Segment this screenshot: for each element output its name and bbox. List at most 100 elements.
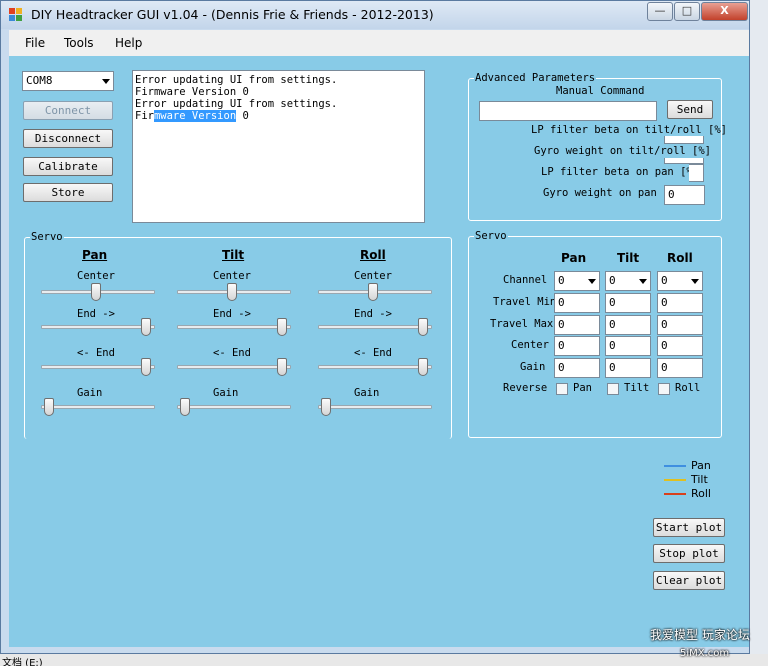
pan-end-left-slider[interactable] [41, 365, 155, 369]
lp-tilt-roll-input[interactable] [664, 136, 704, 144]
title-bar[interactable]: DIY Headtracker GUI v1.04 - (Dennis Frie… [1, 1, 749, 29]
roll-gain-label: Gain [354, 387, 380, 399]
travel-min-pan-input[interactable]: 0 [554, 293, 600, 313]
clear-plot-button[interactable]: Clear plot [653, 571, 725, 590]
roll-legend-line [664, 493, 686, 495]
watermark-text: 我爱模型 玩家论坛 [650, 628, 750, 642]
roll-end-left-label: <- End [354, 347, 392, 359]
roll-end-right-slider[interactable] [318, 325, 432, 329]
reverse-tilt-label: Tilt [624, 382, 650, 394]
roll-end-left-slider[interactable] [318, 365, 432, 369]
tilt-gain-label: Gain [213, 387, 239, 399]
pan-end-right-slider-thumb[interactable] [141, 318, 151, 336]
calibrate-button[interactable]: Calibrate [23, 157, 113, 176]
tilt-center-label: Center [213, 270, 251, 282]
menu-help[interactable]: Help [115, 36, 142, 50]
tilt-end-left-slider-thumb[interactable] [277, 358, 287, 376]
window-title: DIY Headtracker GUI v1.04 - (Dennis Frie… [31, 7, 434, 22]
travel-max-roll-input[interactable]: 0 [657, 315, 703, 335]
channel-pan-value: 0 [558, 274, 565, 287]
port-select[interactable]: COM8 [22, 71, 114, 91]
roll-end-left-slider-thumb[interactable] [418, 358, 428, 376]
start-plot-button[interactable]: Start plot [653, 518, 725, 537]
tilt-legend-line [664, 479, 686, 481]
pan-end-left-slider-thumb[interactable] [141, 358, 151, 376]
center-label: Center [511, 339, 549, 351]
send-button[interactable]: Send [667, 100, 713, 119]
roll-center-slider-thumb[interactable] [368, 283, 378, 301]
tilt-end-right-label: End -> [213, 308, 251, 320]
gain-tilt-input[interactable]: 0 [605, 358, 651, 378]
tilt-center-slider-thumb[interactable] [227, 283, 237, 301]
disconnect-button[interactable]: Disconnect [23, 129, 113, 148]
pan-center-label: Center [77, 270, 115, 282]
channel-roll-select[interactable]: 0 [657, 271, 703, 291]
servo-sliders-title: Servo [30, 231, 64, 243]
reverse-pan-checkbox[interactable] [556, 383, 568, 395]
gyro-pan-input[interactable]: 0 [664, 185, 705, 205]
gyro-pan-label: Gyro weight on pan [ [543, 187, 670, 199]
tilt-end-right-slider-thumb[interactable] [277, 318, 287, 336]
channel-pan-select[interactable]: 0 [554, 271, 600, 291]
manual-command-label: Manual Command [556, 85, 645, 97]
reverse-pan-label: Pan [573, 382, 592, 394]
log-line: Firmware Version 0 [135, 86, 249, 98]
roll-end-right-slider-thumb[interactable] [418, 318, 428, 336]
maximize-button[interactable]: □ [674, 2, 700, 21]
pan-gain-slider[interactable] [41, 405, 155, 409]
menu-tools[interactable]: Tools [64, 36, 94, 50]
center-roll-input[interactable]: 0 [657, 336, 703, 356]
pan-end-right-slider[interactable] [41, 325, 155, 329]
log-textbox[interactable]: Error updating UI from settings. Firmware… [132, 70, 425, 223]
slider-header-roll: Roll [360, 248, 386, 262]
reverse-tilt-checkbox[interactable] [607, 383, 619, 395]
connect-button[interactable]: Connect [23, 101, 113, 120]
gyro-tilt-roll-label: Gyro weight on tilt/roll [%] [534, 145, 712, 157]
chevron-down-icon [691, 279, 699, 284]
log-line-last: Firmware Version 0 [135, 110, 422, 122]
gain-roll-input[interactable]: 0 [657, 358, 703, 378]
travel-min-roll-input[interactable]: 0 [657, 293, 703, 313]
menu-file[interactable]: File [25, 36, 45, 50]
slider-header-tilt: Tilt [222, 248, 245, 262]
minimize-button[interactable]: — [647, 2, 673, 21]
roll-end-right-label: End -> [354, 308, 392, 320]
log-selection: mware Version [153, 110, 237, 122]
tilt-gain-slider[interactable] [177, 405, 291, 409]
channel-tilt-select[interactable]: 0 [605, 271, 651, 291]
pan-legend-line [664, 465, 686, 467]
channel-label: Channel [503, 274, 548, 286]
tilt-gain-slider-thumb[interactable] [180, 398, 190, 416]
roll-legend-label: Roll [691, 487, 711, 500]
servo-table-header-pan: Pan [561, 251, 587, 265]
store-button[interactable]: Store [23, 183, 113, 202]
log-text: Fir [135, 110, 154, 122]
center-tilt-input[interactable]: 0 [605, 336, 651, 356]
channel-roll-value: 0 [661, 274, 668, 287]
pan-gain-slider-thumb[interactable] [44, 398, 54, 416]
app-icon [9, 8, 23, 22]
travel-min-label: Travel Min [493, 296, 557, 308]
reverse-roll-checkbox[interactable] [658, 383, 670, 395]
chevron-down-icon [639, 279, 647, 284]
servo-table-header-roll: Roll [667, 251, 693, 265]
chevron-down-icon [102, 79, 110, 84]
travel-max-pan-input[interactable]: 0 [554, 315, 600, 335]
stop-plot-button[interactable]: Stop plot [653, 544, 725, 563]
travel-max-tilt-input[interactable]: 0 [605, 315, 651, 335]
lp-pan-label: LP filter beta on pan [%] [541, 166, 700, 178]
lp-pan-input[interactable] [689, 164, 704, 182]
center-pan-input[interactable]: 0 [554, 336, 600, 356]
servo-table-group: Servo Pan Tilt Roll Channel 0 0 0 Travel… [468, 230, 722, 438]
manual-command-input[interactable] [479, 101, 657, 121]
travel-min-tilt-input[interactable]: 0 [605, 293, 651, 313]
pan-center-slider-thumb[interactable] [91, 283, 101, 301]
tilt-end-left-slider[interactable] [177, 365, 291, 369]
roll-gain-slider-thumb[interactable] [321, 398, 331, 416]
app-window: DIY Headtracker GUI v1.04 - (Dennis Frie… [0, 0, 750, 654]
roll-gain-slider[interactable] [318, 405, 432, 409]
gain-pan-input[interactable]: 0 [554, 358, 600, 378]
close-button[interactable]: X [701, 2, 748, 21]
tilt-end-right-slider[interactable] [177, 325, 291, 329]
chevron-down-icon [588, 279, 596, 284]
